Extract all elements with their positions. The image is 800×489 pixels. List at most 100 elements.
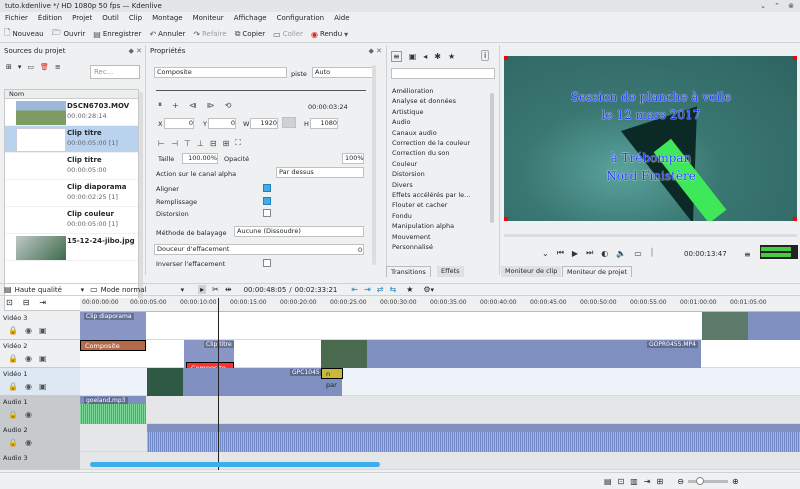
timeline-clip[interactable]: GOPR0455.MP4 <box>321 340 701 368</box>
track-icons[interactable]: 🔒◉ <box>8 410 39 419</box>
transition-select[interactable]: Composite <box>154 67 287 78</box>
effect-category[interactable]: Personnalisé <box>389 242 489 252</box>
select-tool-icon[interactable]: ▸ <box>198 285 207 294</box>
list-view-icon[interactable]: ≡ <box>391 51 402 62</box>
height-field[interactable]: 1080 <box>310 118 338 129</box>
prev-keyframe-icon[interactable]: ⧏ <box>189 101 197 110</box>
effects-search-input[interactable] <box>391 68 495 79</box>
track-header-video2[interactable]: Vidéo 2 🔒◉▣ <box>0 340 80 368</box>
chevron-down-icon[interactable]: ⌄ <box>542 249 549 258</box>
timeline-ruler[interactable]: 00:00:00:00 00:00:05:00 00:00:10:00 00:0… <box>80 298 800 312</box>
properties-scrollbar[interactable] <box>372 65 376 265</box>
effect-category[interactable]: Divers <box>389 180 489 190</box>
effect-category[interactable]: Analyse et données <box>389 96 489 106</box>
menu-view[interactable]: Affichage <box>229 12 272 25</box>
sync-icon[interactable]: ⟲ <box>225 101 232 110</box>
status-tools-icons[interactable]: ▤⊡▥⇥⊞ <box>604 477 669 486</box>
prev-frame-icon[interactable]: ⏮ <box>557 248 564 258</box>
settings-icon[interactable]: ⚙ <box>423 285 430 294</box>
effect-category[interactable]: Couleur <box>389 159 489 169</box>
list-item[interactable]: Clip titre 00:00:05:00 <box>5 153 138 180</box>
menu-help[interactable]: Aide <box>329 12 354 25</box>
composite-transition[interactable]: n par <box>321 368 343 389</box>
timeline-clip[interactable]: Clip diaporama <box>80 312 146 340</box>
resize-handle[interactable] <box>793 217 797 221</box>
tab-project-monitor[interactable]: Moniteur de projet <box>562 266 633 277</box>
menu-edit[interactable]: Édition <box>33 12 67 25</box>
panel-buttons[interactable]: ◆ ✕ <box>369 45 382 57</box>
delete-icon[interactable]: 🗑 <box>40 63 49 71</box>
timeline-scrollbar[interactable] <box>80 461 800 469</box>
effect-category[interactable]: Amélioration <box>389 86 489 96</box>
next-frame-icon[interactable]: ⏭ <box>586 248 593 258</box>
resize-handle[interactable] <box>793 56 797 60</box>
softness-slider[interactable]: Douceur d'effacement <box>154 244 364 255</box>
custom-icon[interactable]: ✱ <box>434 52 441 61</box>
info-icon[interactable]: i <box>481 50 490 61</box>
panel-buttons[interactable]: ◆ ✕ <box>129 45 142 57</box>
fill-checkbox[interactable] <box>263 197 271 205</box>
menu-clip[interactable]: Clip <box>124 12 147 25</box>
effect-category[interactable]: Fondu <box>389 211 489 221</box>
track-header-audio1[interactable]: Audio 1 🔒◉ <box>0 396 80 424</box>
piste-select[interactable]: Auto <box>312 67 376 78</box>
list-item[interactable]: DSCN6703.MOV 00:00:28:14 <box>5 99 138 126</box>
list-item[interactable]: Clip titre 00:00:05:00 [1] <box>5 126 138 153</box>
wipe-select[interactable]: Aucune (Dissoudre) <box>234 226 364 237</box>
copy-button[interactable]: ⧉ Copier <box>231 27 269 42</box>
track-header-video1[interactable]: Vidéo 1 🔒◉▣ <box>0 368 80 396</box>
effect-category[interactable]: Effets accélérés par le... <box>389 190 489 200</box>
keyframe-icon[interactable]: ⏸ <box>158 100 162 110</box>
resize-handle[interactable] <box>504 56 508 60</box>
overlay-icon[interactable]: ▭ <box>634 249 642 258</box>
resize-handle[interactable] <box>504 217 508 221</box>
zoom-slider[interactable] <box>687 476 728 485</box>
audio-icon[interactable]: ◂ <box>423 52 427 61</box>
monitor-ruler[interactable] <box>504 234 797 237</box>
menu-project[interactable]: Projet <box>67 12 97 25</box>
timeline-clip[interactable]: goeland.mp3 <box>80 396 146 424</box>
timeline-clip[interactable]: GPC1045 <box>147 368 342 396</box>
width-field[interactable]: 1920 <box>250 118 278 129</box>
menu-tool[interactable]: Outil <box>97 12 124 25</box>
effect-category[interactable]: Artistique <box>389 107 489 117</box>
menu-timeline[interactable]: Montage <box>147 12 188 25</box>
align-right-icon[interactable]: ⊤ <box>184 139 191 148</box>
video-icon[interactable]: ▣ <box>409 52 417 61</box>
effect-category[interactable]: Manipulation alpha <box>389 221 489 231</box>
add-keyframe-icon[interactable]: + <box>172 101 179 110</box>
effect-category[interactable]: Canaux audio <box>389 128 489 138</box>
render-button[interactable]: ◉ Rendu ▾ <box>307 27 352 42</box>
playhead[interactable] <box>218 298 219 470</box>
effect-category[interactable]: Mouvement <box>389 232 489 242</box>
new-button[interactable]: 🗋 Nouveau <box>0 27 48 42</box>
list-item[interactable]: 15-12-24-jibo.jpg <box>5 234 138 261</box>
list-item[interactable]: Clip diaporama 00:00:02:25 [1] <box>5 180 138 207</box>
effect-category[interactable]: Correction du son <box>389 148 489 158</box>
size-field[interactable]: 100.00% <box>182 153 218 164</box>
zoom-out-icon[interactable]: ⊖ <box>677 477 684 486</box>
track-header-audio2[interactable]: Audio 2 🔒◉ <box>0 424 80 452</box>
bin-search-input[interactable]: Rec... <box>90 65 140 79</box>
volume-icon[interactable]: 🔈 <box>616 249 626 258</box>
zoom-handle[interactable] <box>695 476 704 485</box>
align-top-icon[interactable]: ⊥ <box>197 139 204 148</box>
redo-button[interactable]: ↷ Refaire <box>189 27 230 42</box>
menu-icon[interactable]: ≡ <box>744 250 751 259</box>
maximize-icon[interactable]: ⌃ <box>772 1 782 11</box>
invert-checkbox[interactable] <box>263 259 271 267</box>
align-checkbox[interactable] <box>263 184 271 192</box>
paste-button[interactable]: ▭ Coller <box>269 27 307 42</box>
y-field[interactable]: 0 <box>208 118 236 129</box>
folder-icon[interactable]: ▭ <box>27 63 34 71</box>
track-icons[interactable]: 🔒◉ <box>8 438 39 447</box>
align-bottom-icon[interactable]: ⊞ <box>223 139 230 148</box>
bin-scrollbar[interactable] <box>139 92 143 310</box>
effect-category[interactable]: Correction de la couleur <box>389 138 489 148</box>
track-icons[interactable]: 🔒◉▣ <box>8 354 54 363</box>
tab-effects[interactable]: Effets <box>437 266 464 277</box>
favorite-icon[interactable]: ★ <box>448 52 455 61</box>
tab-clip-monitor[interactable]: Moniteur de clip <box>501 266 562 277</box>
undo-button[interactable]: ↶ Annuler <box>145 27 189 42</box>
chevron-down-icon[interactable]: ▾ <box>18 63 22 71</box>
